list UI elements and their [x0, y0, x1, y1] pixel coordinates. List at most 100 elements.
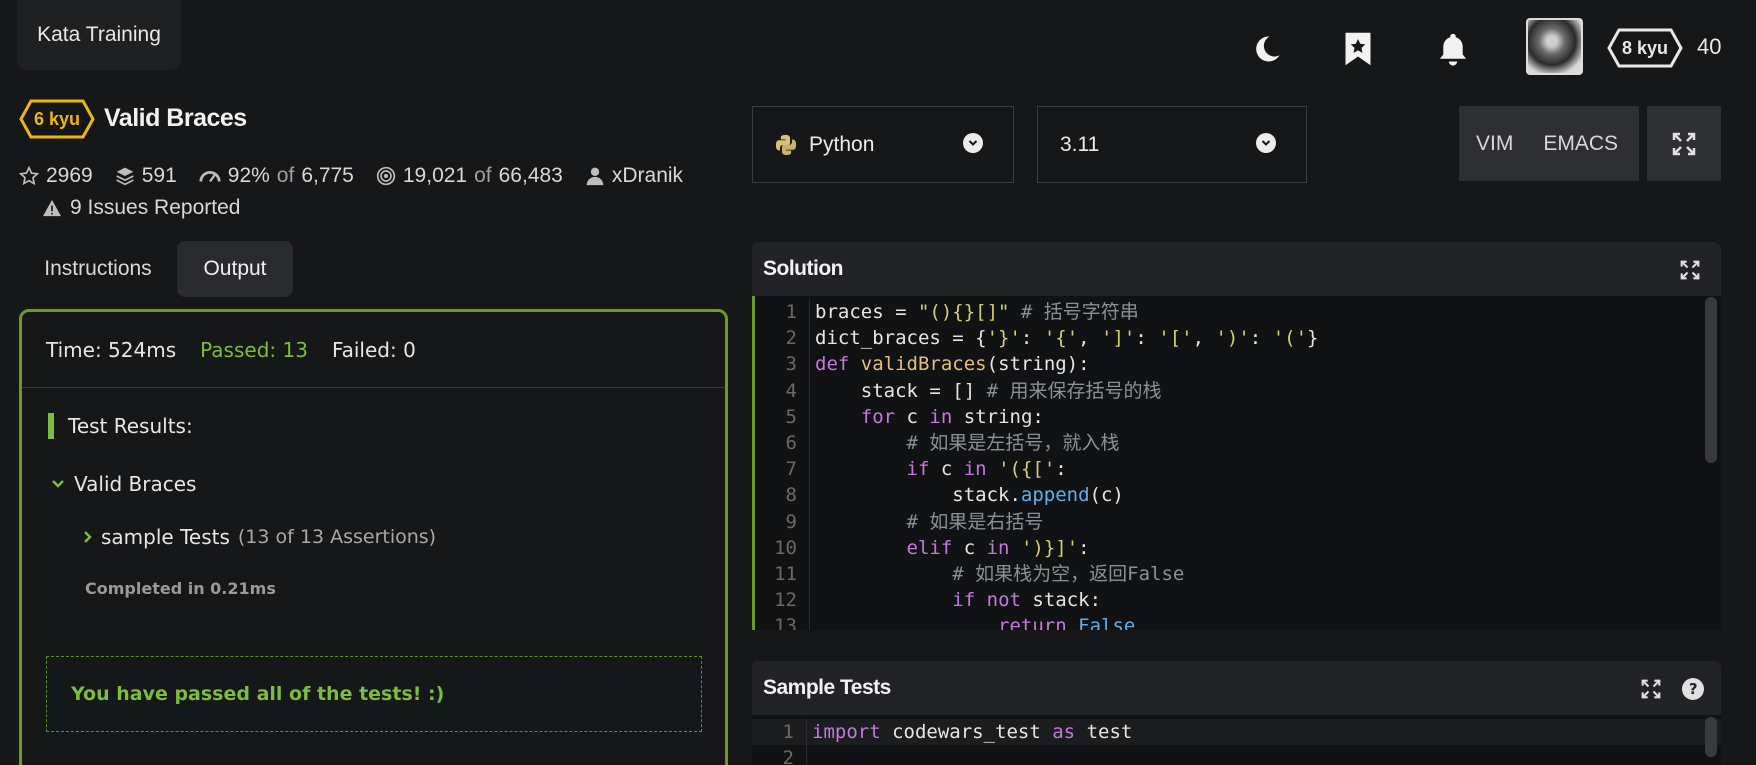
success-message: You have passed all of the tests! :)	[46, 656, 702, 732]
user-rank-badge[interactable]: 8 kyu	[1607, 28, 1683, 68]
sample-tests-editor[interactable]: 1 import codewars_test as test 2	[752, 715, 1721, 765]
expand-icon[interactable]	[1678, 258, 1702, 282]
editor-mode-group: VIM EMACS	[1459, 106, 1639, 181]
author-stat[interactable]: xDranik	[585, 164, 683, 188]
kata-title[interactable]: Valid Braces	[104, 104, 247, 133]
output-summary: Time: 524ms Passed: 13 Failed: 0	[22, 312, 725, 388]
completions-stat: 19,021 of 66,483	[376, 164, 563, 188]
code-line: def validBraces(string):	[815, 353, 1090, 376]
user-icon	[586, 167, 604, 186]
code-line: stack.append(c)	[815, 484, 1124, 507]
code-line: return False	[998, 615, 1136, 630]
language-label: Python	[809, 132, 875, 156]
code-line: stack = [] # 用来保存括号的栈	[815, 379, 1162, 402]
user-rank-label: 8 kyu	[1621, 37, 1669, 58]
time-label: Time: 524ms	[46, 337, 177, 362]
line-number: 1	[785, 301, 797, 323]
stars-stat[interactable]: 2969	[19, 164, 93, 188]
assertions-count: (13 of 13 Assertions)	[237, 526, 437, 548]
warning-icon	[43, 199, 61, 217]
line-number: 10	[774, 536, 797, 559]
test-group[interactable]: Valid Braces	[51, 472, 196, 496]
version-label: 3.11	[1060, 132, 1100, 156]
expand-icon[interactable]	[1639, 677, 1663, 701]
code-line: if not stack:	[952, 589, 1102, 612]
satisfaction-of: of	[276, 164, 295, 187]
author-name: xDranik	[611, 164, 684, 187]
editor-scrollbar[interactable]	[1705, 297, 1717, 463]
tab-instructions[interactable]: Instructions	[22, 241, 174, 297]
satisfaction-stat: 92% of 6,775	[199, 164, 354, 188]
chevron-down-icon	[52, 480, 64, 488]
line-number: 7	[785, 458, 797, 481]
honor-count: 40	[1697, 34, 1722, 59]
test-subgroup-label: sample Tests	[101, 525, 230, 549]
attempts-count: 66,483	[498, 164, 563, 187]
completed-time: Completed in 0.21ms	[85, 579, 276, 598]
kata-stats: 2969 591 92% of 6,775 19,021 of 66,483 x…	[19, 164, 683, 188]
tab-output[interactable]: Output	[177, 241, 293, 297]
code-line: # 如果是右括号	[906, 510, 1044, 533]
completions-count: 19,021	[402, 164, 468, 187]
line-number: 6	[785, 431, 797, 454]
code-line: if c in '({[':	[906, 458, 1067, 481]
emacs-mode-button[interactable]: EMACS	[1513, 132, 1618, 156]
code-line: dict_braces = {'}': '{', ']': '[', ')': …	[815, 327, 1319, 350]
version-select[interactable]: 3.11	[1037, 106, 1307, 183]
svg-text:?: ?	[1689, 680, 1697, 698]
fullscreen-button[interactable]	[1647, 106, 1721, 181]
test-results-heading: Test Results:	[48, 413, 193, 439]
bell-icon[interactable]	[1428, 24, 1478, 74]
bookmark-star-icon[interactable]	[1333, 24, 1383, 74]
sample-tests-title: Sample Tests	[763, 676, 891, 699]
satisfaction-votes: 6,775	[301, 164, 354, 187]
line-number: 2	[785, 327, 797, 350]
moon-icon[interactable]	[1242, 24, 1292, 74]
chevron-down-icon	[963, 133, 983, 153]
line-number: 1	[782, 721, 794, 743]
collections-stat[interactable]: 591	[115, 164, 177, 188]
line-number: 5	[785, 405, 797, 428]
collections-count: 591	[141, 164, 177, 187]
test-results-title: Test Results:	[68, 414, 193, 438]
passed-label: Passed: 13	[200, 337, 308, 362]
layers-icon	[116, 167, 134, 186]
output-panel: Time: 524ms Passed: 13 Failed: 0 Test Re…	[19, 309, 728, 765]
issues-label: 9 Issues Reported	[70, 196, 241, 219]
code-line: # 如果是左括号，就入栈	[906, 431, 1120, 454]
line-number: 4	[785, 379, 797, 402]
solution-editor[interactable]: 1 braces = "(){}[]" # 括号字符串 2 dict_braces …	[752, 296, 1721, 630]
solution-header: Solution	[752, 242, 1721, 296]
line-number: 9	[785, 510, 797, 533]
gauge-icon	[199, 170, 221, 183]
code-line: elif c in ')}]':	[906, 536, 1090, 559]
line-number: 8	[785, 484, 797, 507]
help-icon[interactable]: ?	[1681, 677, 1705, 701]
star-icon	[19, 166, 39, 186]
app-title[interactable]: Kata Training	[17, 0, 181, 70]
target-icon	[376, 166, 396, 186]
line-number: 3	[785, 353, 797, 376]
python-icon	[775, 134, 797, 155]
language-select[interactable]: Python	[752, 106, 1014, 183]
line-number: 12	[774, 589, 797, 612]
sample-tests-header: Sample Tests ?	[752, 661, 1721, 715]
test-subgroup[interactable]: sample Tests (13 of 13 Assertions)	[83, 525, 436, 549]
issues-reported[interactable]: 9 Issues Reported	[42, 196, 240, 220]
chevron-down-icon	[1256, 133, 1276, 153]
code-line: import codewars_test as test	[812, 721, 1133, 743]
kata-rank-label: 6 kyu	[33, 108, 81, 129]
test-group-label: Valid Braces	[74, 472, 197, 496]
vim-mode-button[interactable]: VIM	[1459, 132, 1513, 156]
avatar[interactable]	[1526, 18, 1583, 75]
code-line: for c in string:	[860, 405, 1044, 428]
solution-title: Solution	[763, 257, 843, 280]
line-number: 13	[774, 615, 797, 630]
editor-scrollbar[interactable]	[1705, 717, 1717, 757]
line-number: 11	[774, 562, 797, 585]
code-line: # 如果栈为空，返回False	[952, 562, 1185, 585]
stars-count: 2969	[46, 164, 93, 187]
satisfaction-rate: 92%	[227, 164, 270, 187]
completions-of: of	[474, 164, 492, 187]
line-number: 2	[782, 747, 794, 765]
